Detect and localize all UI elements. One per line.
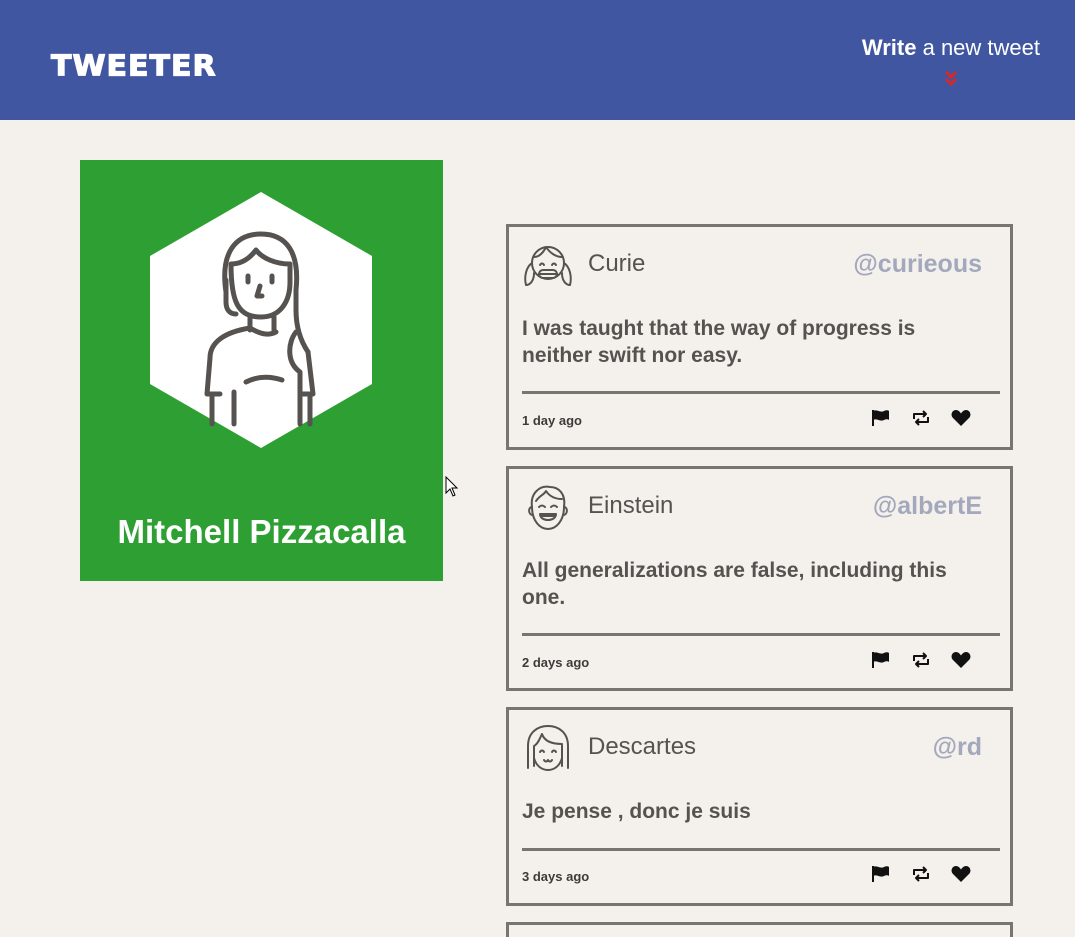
tweet-divider [522, 391, 1000, 394]
tweet-divider [522, 848, 1000, 851]
retweet-icon[interactable] [911, 651, 931, 669]
tweet-card [506, 922, 1013, 937]
tweet-card: Curie @curieous I was taught that the wa… [506, 224, 1013, 450]
tweet-text: Je pense , donc je suis [522, 800, 751, 823]
top-navigation-bar: TWEETER Write a new tweet [0, 0, 1075, 120]
mouse-cursor-icon [445, 476, 459, 497]
compose-label-rest: a new tweet [916, 35, 1040, 60]
double-chevron-down-icon[interactable] [944, 70, 958, 88]
tweet-author-handle[interactable]: @rd [933, 735, 982, 760]
tweet-actions [871, 865, 981, 885]
tweet-text: All generalizations are false, including… [522, 559, 947, 609]
tweet-timestamp: 3 days ago [522, 869, 590, 884]
girl-pigtails-avatar-icon [524, 246, 572, 286]
tweet-divider [522, 633, 1000, 636]
flag-icon[interactable] [871, 651, 891, 669]
tweet-author-handle[interactable]: @albertE [873, 494, 982, 519]
tweet-actions [871, 409, 981, 429]
laughing-boy-avatar-icon [528, 485, 568, 530]
flag-icon[interactable] [871, 865, 891, 883]
tweet-card: Descartes @rd Je pense , donc je suis 3 … [506, 707, 1013, 906]
tweet-author-handle[interactable]: @curieous [853, 252, 982, 277]
compose-label-strong: Write [861, 35, 917, 60]
tweet-text: I was taught that the way of progress is… [522, 317, 916, 367]
profile-name: Mitchell Pizzacalla [117, 513, 406, 550]
tweet-author-name[interactable]: Descartes [588, 735, 696, 759]
heart-icon[interactable] [951, 865, 971, 883]
tweet-timestamp: 1 day ago [522, 413, 582, 428]
write-new-tweet-button[interactable]: Write a new tweet [862, 37, 1040, 59]
bob-hair-avatar-icon [527, 725, 569, 771]
profile-card: Mitchell Pizzacalla [80, 160, 443, 581]
heart-icon[interactable] [951, 409, 971, 427]
retweet-icon[interactable] [911, 409, 931, 427]
app-logo[interactable]: TWEETER [50, 52, 217, 82]
tweet-author-name[interactable]: Einstein [588, 494, 673, 518]
heart-icon[interactable] [951, 651, 971, 669]
tweet-timestamp: 2 days ago [522, 655, 590, 670]
profile-avatar [150, 192, 372, 448]
tweet-card: Einstein @albertE All generalizations ar… [506, 466, 1013, 691]
tweet-actions [871, 651, 981, 671]
tweet-author-name[interactable]: Curie [588, 252, 645, 276]
flag-icon[interactable] [871, 409, 891, 427]
retweet-icon[interactable] [911, 865, 931, 883]
